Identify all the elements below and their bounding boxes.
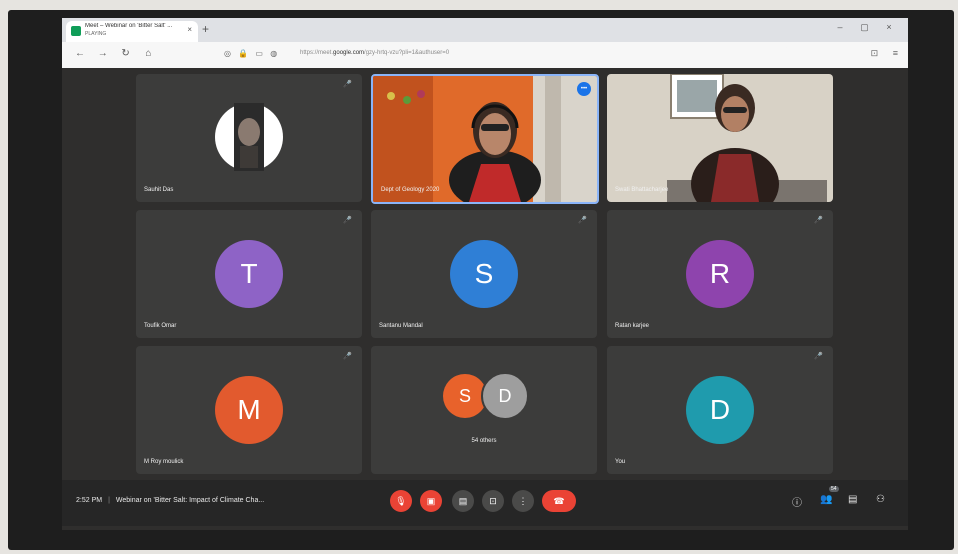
chat-icon[interactable]: ▤ <box>848 494 857 505</box>
camera-toggle-button[interactable]: ▣ <box>420 490 442 512</box>
avatar: D <box>686 376 754 444</box>
present-button[interactable]: ⊡ <box>482 490 504 512</box>
mic-permission-icon[interactable]: ◍ <box>270 49 277 58</box>
info-icon[interactable]: ⓘ <box>792 494 802 509</box>
site-icons: ◎ 🔒 ▭ ◍ <box>224 49 282 58</box>
lock-icon[interactable]: 🔒 <box>238 49 248 58</box>
more-options-icon[interactable]: ••• <box>577 82 591 96</box>
present-screen-icon: ⊡ <box>489 496 497 506</box>
participant-name: Ratan karjee <box>615 323 650 329</box>
address-bar[interactable]: ◎ 🔒 ▭ ◍ https://meet.google.com/gzy-hrtq… <box>220 46 790 63</box>
mic-off-icon: 🎤 <box>343 81 352 88</box>
hang-up-icon: ☎ <box>553 496 565 506</box>
participant-tile[interactable]: 🎤 R Ratan karjee <box>607 210 833 338</box>
captions-button[interactable]: ▤ <box>452 490 474 512</box>
avatar: R <box>686 240 754 308</box>
camera-permission-icon[interactable]: ▭ <box>255 49 263 58</box>
participant-tile[interactable]: 🎤 S Santanu Mandal <box>371 210 597 338</box>
participant-name: M Roy moulick <box>144 459 184 465</box>
reload-icon[interactable]: ↻ <box>116 48 136 59</box>
minimize-button[interactable]: – <box>829 22 851 32</box>
others-tile[interactable]: S D 54 others <box>371 346 597 474</box>
new-tab-button[interactable]: + <box>202 22 209 36</box>
speaker-video <box>607 74 833 202</box>
meeting-control-bar: 2:52 PM | Webinar on 'Bitter Salt: Impact … <box>62 480 908 526</box>
participant-name: Swati Bhattacharjee <box>615 187 669 193</box>
camera-off-icon: ▣ <box>426 496 436 506</box>
mic-off-icon: 🎤 <box>578 217 587 224</box>
participant-tile[interactable]: 🎤 M M Roy moulick <box>136 346 362 474</box>
mic-off-icon: 🎤 <box>343 217 352 224</box>
back-icon[interactable]: ← <box>70 48 90 59</box>
separator: | <box>108 497 110 504</box>
leave-call-button[interactable]: ☎ <box>542 490 576 512</box>
close-icon[interactable]: × <box>187 25 192 34</box>
meeting-time: 2:52 PM <box>76 497 103 504</box>
shield-icon[interactable]: ◎ <box>224 49 231 58</box>
tab-title: Meet – Webinar on 'Bitter Salt' ... <box>85 23 173 29</box>
tab-meet[interactable]: Meet – Webinar on 'Bitter Salt' ... PLAY… <box>66 21 198 42</box>
participant-name: Toufik Omar <box>144 323 177 329</box>
captions-icon: ▤ <box>458 496 468 506</box>
toolbar-right: ⊡ ≡ <box>859 48 898 59</box>
mic-off-icon: 🎤 <box>343 353 352 360</box>
participant-tile[interactable]: Swati Bhattacharjee <box>607 74 833 202</box>
activities-icon[interactable]: ⚇ <box>876 494 885 505</box>
speaker-video <box>373 76 597 202</box>
menu-icon[interactable]: ≡ <box>893 48 898 58</box>
others-count: 54 others <box>471 438 497 444</box>
browser-window: Meet – Webinar on 'Bitter Salt' ... PLAY… <box>62 18 908 530</box>
url-text[interactable]: https://meet.google.com/gzy-hrtq-vzu?pli… <box>300 50 449 56</box>
participant-name: You <box>615 459 626 465</box>
avatar: S <box>450 240 518 308</box>
profile-photo <box>215 103 283 171</box>
participant-name: Sauhit Das <box>144 187 174 193</box>
meeting-title: Webinar on 'Bitter Salt: Impact of Clima… <box>115 497 265 504</box>
participant-name: Dept of Geology 2020 <box>381 187 440 193</box>
avatar: T <box>215 240 283 308</box>
people-icon[interactable]: 👥 <box>820 494 832 505</box>
participant-name: Santanu Mandal <box>379 323 423 329</box>
more-options-button[interactable]: ⋮ <box>512 490 534 512</box>
nav-buttons: ← → ↻ ⌂ <box>70 48 158 59</box>
participant-tile[interactable]: 🎤 Sauhit Das <box>136 74 362 202</box>
forward-icon[interactable]: → <box>93 48 113 59</box>
pocket-icon[interactable]: ⊡ <box>871 48 879 58</box>
tab-subtitle: PLAYING <box>85 31 107 37</box>
more-vert-icon: ⋮ <box>518 496 528 506</box>
participant-tile-active-speaker[interactable]: ••• Dept of Geology 2020 <box>371 74 599 204</box>
participant-tile[interactable]: 🎤 T Toufik Omar <box>136 210 362 338</box>
mic-toggle-button[interactable]: 🎙 <box>390 490 412 512</box>
participant-tile-you[interactable]: 🎤 D You <box>607 346 833 474</box>
tab-strip: Meet – Webinar on 'Bitter Salt' ... PLAY… <box>62 18 908 42</box>
browser-toolbar: ← → ↻ ⌂ ◎ 🔒 ▭ ◍ https://meet.google.com/… <box>62 42 908 69</box>
meet-grid: 🎤 Sauhit Das ••• Dept of Geology 2020 Sw… <box>62 68 908 530</box>
mic-off-icon: 🎙 <box>395 496 407 506</box>
mic-off-icon: 🎤 <box>814 353 823 360</box>
window-controls: – ▢ × <box>829 22 900 33</box>
avatar: M <box>215 376 283 444</box>
mic-off-icon: 🎤 <box>814 217 823 224</box>
meet-favicon-icon <box>71 26 81 36</box>
participants-count-badge: 54 <box>829 486 839 492</box>
avatar: D <box>481 372 529 420</box>
close-window-button[interactable]: × <box>878 22 900 32</box>
maximize-button[interactable]: ▢ <box>853 22 875 33</box>
meeting-info: 2:52 PM | Webinar on 'Bitter Salt: Impact … <box>76 497 264 504</box>
home-icon[interactable]: ⌂ <box>138 48 158 59</box>
